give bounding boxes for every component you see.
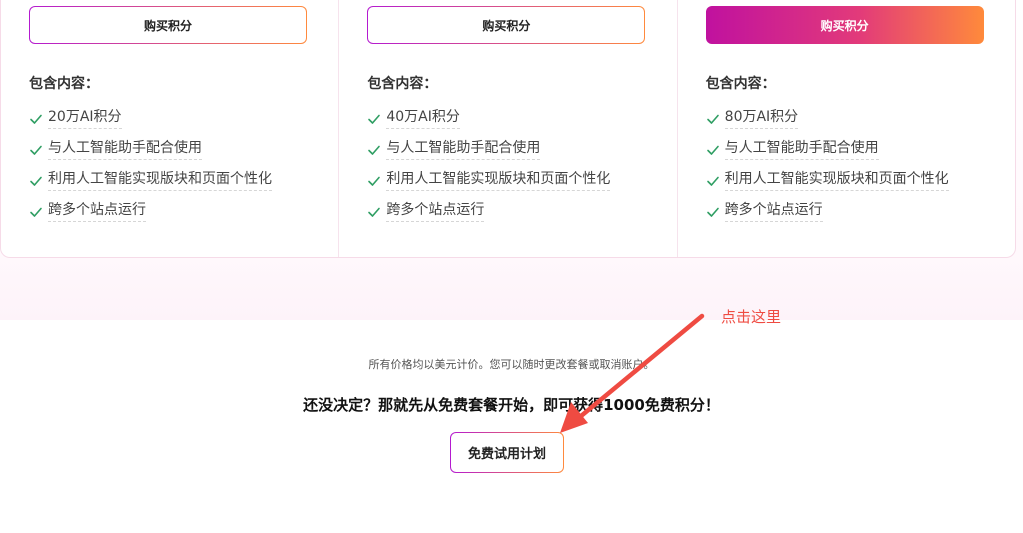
check-icon: [706, 143, 720, 157]
feature-item: 利用人工智能实现版块和页面个性化: [29, 165, 272, 196]
buy-credits-button-3[interactable]: 购买积分: [705, 6, 984, 44]
feature-text: 利用人工智能实现版块和页面个性化: [48, 171, 272, 191]
feature-item: 利用人工智能实现版块和页面个性化: [706, 165, 949, 196]
feature-item: 跨多个站点运行: [367, 196, 610, 227]
check-icon: [29, 205, 43, 219]
plan-card-2: 购买积分 包含内容： 40万AI积分 与人工智能助手配合使用 利用人工智能实现版…: [338, 0, 676, 257]
includes-title: 包含内容：: [705, 76, 776, 92]
feature-text: 与人工智能助手配合使用: [48, 140, 202, 160]
arrow-icon: [560, 313, 705, 433]
feature-item: 与人工智能助手配合使用: [706, 134, 949, 165]
pricing-page: 购买积分 包含内容： 20万AI积分 与人工智能助手配合使用 利用人工智能实现版…: [0, 0, 1023, 533]
feature-text: 跨多个站点运行: [724, 202, 823, 222]
feature-item: 80万AI积分: [706, 103, 949, 134]
buy-credits-button-1[interactable]: 购买积分: [29, 6, 307, 44]
feature-text: 利用人工智能实现版块和页面个性化: [724, 171, 949, 191]
includes-title: 包含内容：: [367, 76, 438, 92]
feature-text: 80万AI积分: [724, 109, 799, 129]
feature-item: 20万AI积分: [29, 103, 272, 134]
feature-text: 与人工智能助手配合使用: [386, 140, 541, 160]
annotation-label: 点击这里: [721, 308, 782, 326]
free-plan-headline: 还没决定？那就先从免费套餐开始，即可获得1000免费积分！: [303, 396, 720, 414]
feature-list: 20万AI积分 与人工智能助手配合使用 利用人工智能实现版块和页面个性化 跨多个…: [29, 103, 272, 227]
feature-text: 利用人工智能实现版块和页面个性化: [386, 171, 611, 191]
check-icon: [706, 112, 720, 126]
feature-item: 40万AI积分: [367, 103, 610, 134]
feature-list: 40万AI积分 与人工智能助手配合使用 利用人工智能实现版块和页面个性化 跨多个…: [367, 103, 611, 227]
check-icon: [29, 174, 43, 188]
buy-credits-button-2[interactable]: 购买积分: [367, 6, 645, 44]
includes-title: 包含内容：: [29, 76, 99, 92]
feature-text: 跨多个站点运行: [386, 202, 485, 222]
feature-item: 跨多个站点运行: [29, 196, 272, 227]
feature-item: 与人工智能助手配合使用: [29, 134, 272, 165]
feature-item: 与人工智能助手配合使用: [367, 134, 610, 165]
feature-list: 80万AI积分 与人工智能助手配合使用 利用人工智能实现版块和页面个性化 跨多个…: [706, 103, 949, 227]
check-icon: [367, 112, 381, 126]
check-icon: [367, 143, 381, 157]
check-icon: [367, 174, 381, 188]
feature-text: 与人工智能助手配合使用: [724, 140, 879, 160]
feature-text: 20万AI积分: [48, 109, 122, 129]
plan-card-1: 购买积分 包含内容： 20万AI积分 与人工智能助手配合使用 利用人工智能实现版…: [1, 0, 338, 257]
check-icon: [29, 112, 43, 126]
free-trial-button[interactable]: 免费试用计划: [450, 432, 564, 473]
plan-card-3: 购买积分 包含内容： 80万AI积分 与人工智能助手配合使用 利用人工智能实现版…: [676, 0, 1015, 257]
feature-item: 跨多个站点运行: [706, 196, 949, 227]
check-icon: [29, 143, 43, 157]
check-icon: [706, 174, 720, 188]
check-icon: [706, 205, 720, 219]
price-note: 所有价格均以美元计价。您可以随时更改套餐或取消账户。: [368, 358, 655, 371]
feature-item: 利用人工智能实现版块和页面个性化: [367, 165, 611, 196]
feature-text: 40万AI积分: [386, 109, 460, 129]
check-icon: [367, 205, 381, 219]
plan-cards: 购买积分 包含内容： 20万AI积分 与人工智能助手配合使用 利用人工智能实现版…: [0, 0, 1016, 258]
feature-text: 跨多个站点运行: [48, 202, 146, 222]
